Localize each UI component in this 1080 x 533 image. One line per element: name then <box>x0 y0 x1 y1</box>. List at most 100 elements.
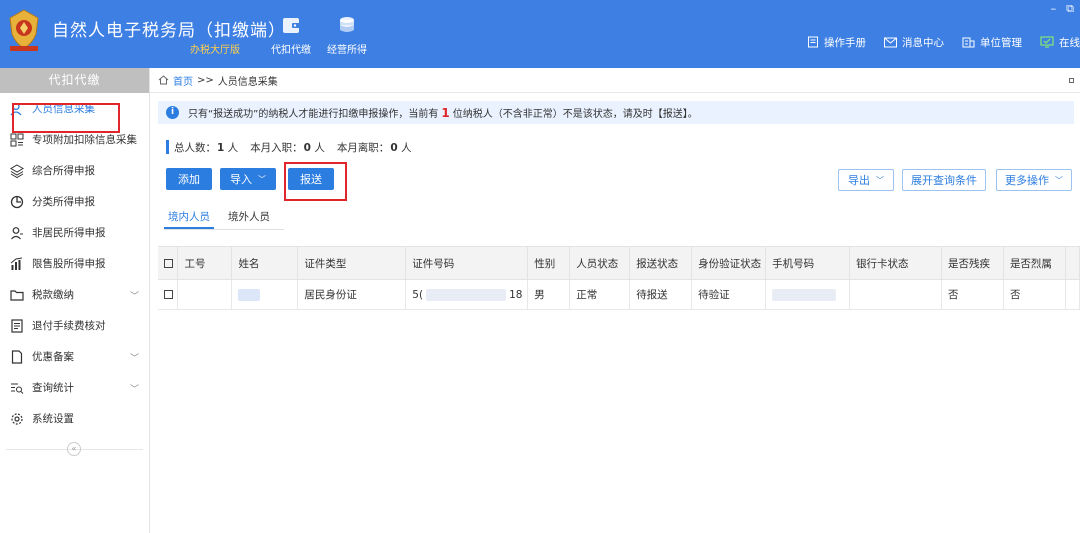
redacted-phone <box>772 288 837 301</box>
import-button[interactable]: 导入 ﹀ <box>220 168 276 190</box>
nav-withholding[interactable]: 代扣代缴 <box>266 14 316 56</box>
user-icon <box>11 226 23 239</box>
sidebar-item-label: 综合所得申报 <box>32 165 95 177</box>
cell-overflow <box>1065 279 1080 310</box>
restore-button[interactable]: ⧉ <box>1066 2 1074 16</box>
notice-suffix: 位纳税人（不含非正常）不是该状态，请及时【报送】。 <box>452 109 698 120</box>
grid-icon <box>10 133 24 146</box>
sidebar-item-label: 系统设置 <box>32 413 74 425</box>
nav-business-income[interactable]: 经营所得 <box>322 14 372 56</box>
person-icon <box>10 102 22 115</box>
breadcrumb: 首页 >> 人员信息采集 <box>150 68 1080 93</box>
unit-management-label: 单位管理 <box>980 36 1022 49</box>
export-button[interactable]: 导出 ﹀ <box>838 169 894 191</box>
sidebar: 代扣代缴 人员信息采集 专项附加扣除信息采集 综合所得申报 分类所得申报 非居民… <box>0 68 150 533</box>
table-row[interactable]: 居民身份证 5(18 男 正常 待报送 待验证 否 否 <box>158 279 1080 310</box>
sidebar-item-system-settings[interactable]: 系统设置 <box>0 403 149 434</box>
add-button[interactable]: 添加 <box>166 168 212 190</box>
mail-icon <box>884 37 897 47</box>
sidebar-item-refund-fee[interactable]: 退付手续费核对 <box>0 310 149 341</box>
sidebar-collapse-button[interactable]: « <box>67 442 81 456</box>
nav-withholding-label: 代扣代缴 <box>271 45 311 56</box>
cell-employee-no <box>177 279 233 310</box>
chevron-down-icon: ﹀ <box>129 292 139 302</box>
stat-joined: 本月入职：0 人 <box>250 141 325 154</box>
receipt-icon <box>11 318 23 333</box>
sidebar-item-label: 人员信息采集 <box>32 103 95 115</box>
cell-person-status: 正常 <box>569 279 631 310</box>
col-martyr[interactable]: 是否烈属 <box>1003 246 1066 280</box>
col-report-status[interactable]: 报送状态 <box>629 246 693 280</box>
cell-name <box>231 279 299 310</box>
more-actions-button[interactable]: 更多操作 ﹀ <box>996 169 1072 191</box>
cell-phone <box>765 279 851 310</box>
sidebar-item-tax-payment[interactable]: 税款缴纳 ﹀ <box>0 279 149 310</box>
sidebar-item-special-deduction[interactable]: 专项附加扣除信息采集 <box>0 124 149 155</box>
col-verify-status[interactable]: 身份验证状态 <box>691 246 767 280</box>
cell-report-status: 待报送 <box>629 279 693 310</box>
notice-banner: i 只有“报送成功”的纳税人才能进行扣缴申报操作，当前有 1 位纳税人（不含非正… <box>158 101 1074 124</box>
col-employee-no[interactable]: 工号 <box>177 246 233 280</box>
tab-domestic[interactable]: 境内人员 <box>164 208 214 229</box>
import-button-label: 导入 <box>230 173 252 186</box>
col-person-status[interactable]: 人员状态 <box>569 246 631 280</box>
minimize-button[interactable]: – <box>1051 2 1057 16</box>
maximize-icon[interactable] <box>1069 78 1074 83</box>
message-center-label: 消息中心 <box>902 36 944 49</box>
sidebar-item-label: 税款缴纳 <box>32 289 74 301</box>
building-icon <box>962 37 975 48</box>
online-link[interactable]: 在线 <box>1040 35 1080 50</box>
sidebar-item-comprehensive-income[interactable]: 综合所得申报 <box>0 155 149 186</box>
stat-left: 本月离职：0 人 <box>336 141 412 154</box>
col-gender[interactable]: 性别 <box>527 246 571 280</box>
manual-link[interactable]: 操作手册 <box>807 35 866 50</box>
sidebar-item-label: 专项附加扣除信息采集 <box>32 134 137 146</box>
col-id-number[interactable]: 证件号码 <box>405 246 529 280</box>
sidebar-item-query-stats[interactable]: 查询统计 ﹀ <box>0 372 149 403</box>
col-bank-card-status[interactable]: 银行卡状态 <box>849 246 942 280</box>
layers-icon <box>10 163 24 178</box>
personnel-table: 工号 姓名 证件类型 证件号码 性别 人员状态 报送状态 身份验证状态 手机号码… <box>158 246 1080 310</box>
wallet-icon <box>283 18 300 33</box>
unit-management-link[interactable]: 单位管理 <box>962 35 1022 50</box>
document-icon <box>11 349 23 364</box>
sidebar-header: 代扣代缴 <box>0 68 149 93</box>
expand-query-button[interactable]: 展开查询条件 <box>902 169 986 191</box>
sidebar-item-label: 退付手续费核对 <box>32 320 106 332</box>
col-disabled[interactable]: 是否残疾 <box>941 246 1004 280</box>
report-button[interactable]: 报送 <box>288 168 334 190</box>
bar-chart-icon <box>10 257 23 270</box>
sidebar-item-nonresident-income[interactable]: 非居民所得申报 <box>0 217 149 248</box>
redacted-name <box>238 288 261 301</box>
sidebar-item-classified-income[interactable]: 分类所得申报 <box>0 186 149 217</box>
chevron-down-icon: ﹀ <box>1055 175 1063 185</box>
manual-icon <box>808 36 818 48</box>
breadcrumb-home[interactable]: 首页 <box>173 73 193 88</box>
notice-count: 1 <box>441 105 450 120</box>
breadcrumb-separator: >> <box>197 74 214 86</box>
tab-overseas[interactable]: 境外人员 <box>224 208 274 229</box>
header-links: 操作手册 消息中心 单位管理 在线 <box>789 34 1080 50</box>
select-all-checkbox[interactable] <box>164 258 173 268</box>
col-name[interactable]: 姓名 <box>231 246 299 280</box>
personnel-tabs: 境内人员 境外人员 <box>164 208 284 230</box>
manual-link-label: 操作手册 <box>824 36 866 49</box>
sidebar-item-label: 优惠备案 <box>32 351 74 363</box>
col-id-type[interactable]: 证件类型 <box>297 246 407 280</box>
breadcrumb-current: 人员信息采集 <box>217 76 278 88</box>
cell-id-number: 5(18 <box>405 279 529 310</box>
sidebar-item-restricted-stock[interactable]: 限售股所得申报 <box>0 248 149 279</box>
export-button-label: 导出 <box>848 174 870 187</box>
cell-disabled: 否 <box>941 279 1004 310</box>
cell-verify-status: 待验证 <box>691 279 767 310</box>
row-checkbox[interactable] <box>164 290 173 299</box>
col-phone[interactable]: 手机号码 <box>765 246 851 280</box>
app-title: 自然人电子税务局（扣缴端） <box>52 21 286 41</box>
more-actions-label: 更多操作 <box>1005 174 1049 187</box>
cell-id-type: 居民身份证 <box>297 279 407 310</box>
sidebar-item-preferential-filing[interactable]: 优惠备案 ﹀ <box>0 341 149 372</box>
cell-bank-card-status <box>849 279 942 310</box>
sidebar-item-person-info[interactable]: 人员信息采集 <box>0 93 149 124</box>
message-center-link[interactable]: 消息中心 <box>884 35 944 50</box>
sidebar-item-label: 非居民所得申报 <box>32 227 106 239</box>
